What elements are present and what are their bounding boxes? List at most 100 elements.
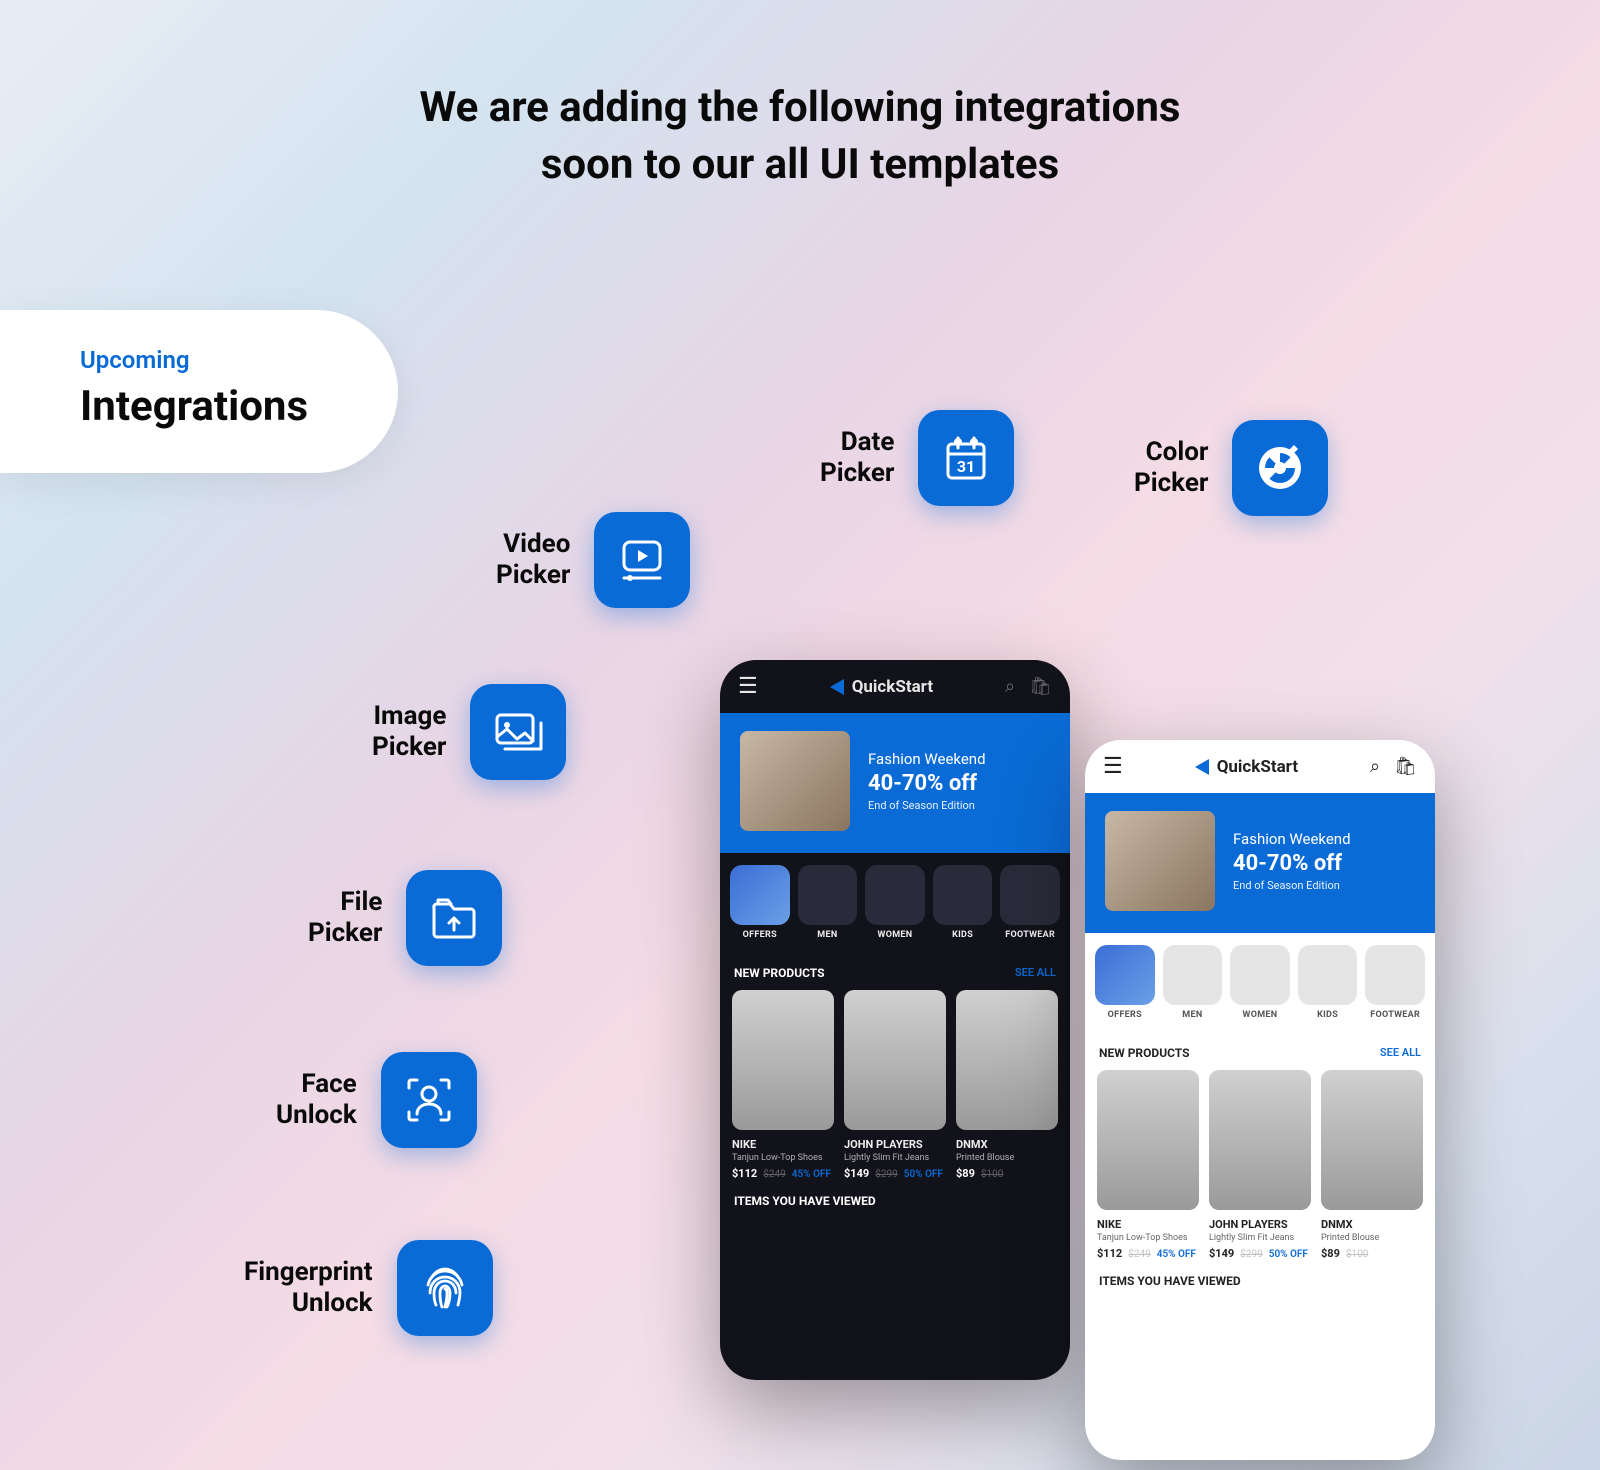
category-label: WOMEN bbox=[1230, 1010, 1290, 1020]
feature-label: Color Picker bbox=[1134, 437, 1208, 499]
product-image bbox=[844, 990, 946, 1130]
feature-file-picker: File Picker bbox=[308, 870, 502, 966]
category-item[interactable]: FOOTWEAR bbox=[1365, 945, 1425, 1020]
hero-line-2: 40-70% off bbox=[868, 771, 986, 796]
price: $149 bbox=[844, 1167, 869, 1180]
category-item[interactable]: KIDS bbox=[933, 865, 993, 940]
bag-icon[interactable]: 🛍 bbox=[1029, 676, 1052, 697]
hero-image bbox=[740, 731, 850, 831]
category-item[interactable]: MEN bbox=[798, 865, 858, 940]
search-icon[interactable]: ⌕ bbox=[1005, 676, 1015, 697]
fingerprint-unlock-icon bbox=[397, 1240, 493, 1336]
hero-line-1: Fashion Weekend bbox=[868, 750, 986, 768]
hero-text: Fashion Weekend 40-70% off End of Season… bbox=[868, 750, 986, 812]
product-card[interactable]: DNMXPrinted Blouse$89$100 bbox=[1321, 1070, 1423, 1260]
hero-image bbox=[1105, 811, 1215, 911]
image-picker-icon bbox=[470, 684, 566, 780]
category-image bbox=[1000, 865, 1060, 925]
brand-logo-icon bbox=[830, 679, 844, 695]
color-picker-icon bbox=[1232, 420, 1328, 516]
bag-icon[interactable]: 🛍 bbox=[1394, 756, 1417, 777]
product-card[interactable]: JOHN PLAYERSLightly Slim Fit Jeans$149$2… bbox=[844, 990, 946, 1180]
products-row: NIKETanjun Low-Top Shoes$112$24945% OFF … bbox=[720, 990, 1070, 1180]
section-header: ITEMS YOU HAVE VIEWED bbox=[720, 1180, 1070, 1218]
category-label: OFFERS bbox=[1095, 1010, 1155, 1020]
product-brand: NIKE bbox=[732, 1138, 834, 1151]
price: $149 bbox=[1209, 1247, 1234, 1260]
pill-title: Integrations bbox=[80, 382, 308, 431]
hero-banner[interactable]: Fashion Weekend 40-70% off End of Season… bbox=[1085, 793, 1435, 933]
phone-preview-dark: ☰ QuickStart ⌕🛍 Fashion Weekend 40-70% o… bbox=[720, 660, 1070, 1380]
product-pricing: $112 $249 45% OFF bbox=[732, 1167, 834, 1180]
discount: 45% OFF bbox=[792, 1169, 831, 1180]
old-price: $249 bbox=[763, 1169, 785, 1180]
brand-name: QuickStart bbox=[852, 677, 933, 697]
product-brand: DNMX bbox=[956, 1138, 1058, 1151]
feature-label: Date Picker bbox=[820, 427, 894, 489]
category-item[interactable]: OFFERS bbox=[1095, 945, 1155, 1020]
video-picker-icon bbox=[594, 512, 690, 608]
product-image bbox=[956, 990, 1058, 1130]
product-image bbox=[1321, 1070, 1423, 1210]
product-card[interactable]: NIKETanjun Low-Top Shoes$112$24945% OFF bbox=[732, 990, 834, 1180]
search-icon[interactable]: ⌕ bbox=[1370, 756, 1380, 777]
category-image bbox=[1095, 945, 1155, 1005]
section-title: ITEMS YOU HAVE VIEWED bbox=[1099, 1274, 1241, 1288]
product-image bbox=[732, 990, 834, 1130]
headline-line-1: We are adding the following integrations bbox=[0, 80, 1600, 137]
category-label: OFFERS bbox=[730, 930, 790, 940]
file-picker-icon bbox=[406, 870, 502, 966]
feature-color-picker: Color Picker bbox=[1134, 420, 1328, 516]
brand-logo-icon bbox=[1195, 759, 1209, 775]
page-headline: We are adding the following integrations… bbox=[0, 0, 1600, 193]
product-brand: JOHN PLAYERS bbox=[1209, 1218, 1311, 1231]
product-pricing: $112$24945% OFF bbox=[1097, 1247, 1199, 1260]
section-title: NEW PRODUCTS bbox=[734, 966, 825, 980]
svg-text:31: 31 bbox=[957, 457, 975, 476]
discount: 45% OFF bbox=[1157, 1249, 1196, 1260]
category-image bbox=[933, 865, 993, 925]
category-item[interactable]: FOOTWEAR bbox=[1000, 865, 1060, 940]
category-label: KIDS bbox=[933, 930, 993, 940]
feature-label: Face Unlock bbox=[276, 1069, 357, 1131]
see-all-link[interactable]: SEE ALL bbox=[1380, 1046, 1421, 1059]
category-image bbox=[1365, 945, 1425, 1005]
product-pricing: $149$29950% OFF bbox=[844, 1167, 946, 1180]
category-item[interactable]: OFFERS bbox=[730, 865, 790, 940]
hero-banner[interactable]: Fashion Weekend 40-70% off End of Season… bbox=[720, 713, 1070, 853]
product-brand: DNMX bbox=[1321, 1218, 1423, 1231]
brand: QuickStart bbox=[830, 677, 933, 697]
hero-line-3: End of Season Edition bbox=[1233, 879, 1351, 892]
section-title: ITEMS YOU HAVE VIEWED bbox=[734, 1194, 876, 1208]
hero-text: Fashion Weekend 40-70% off End of Season… bbox=[1233, 830, 1351, 892]
integrations-pill: Upcoming Integrations bbox=[0, 310, 398, 473]
product-image bbox=[1097, 1070, 1199, 1210]
category-item[interactable]: KIDS bbox=[1298, 945, 1358, 1020]
price: $89 bbox=[956, 1167, 975, 1180]
price: $112 bbox=[1097, 1247, 1122, 1260]
top-actions: ⌕🛍 bbox=[1005, 676, 1052, 697]
price: $112 bbox=[732, 1167, 757, 1180]
hero-line-1: Fashion Weekend bbox=[1233, 830, 1351, 848]
product-card[interactable]: NIKETanjun Low-Top Shoes$112$24945% OFF bbox=[1097, 1070, 1199, 1260]
feature-label: Fingerprint Unlock bbox=[244, 1257, 373, 1319]
product-pricing: $89$100 bbox=[956, 1167, 1058, 1180]
date-picker-icon: 31 bbox=[918, 410, 1014, 506]
product-card[interactable]: DNMXPrinted Blouse$89$100 bbox=[956, 990, 1058, 1180]
category-item[interactable]: WOMEN bbox=[1230, 945, 1290, 1020]
see-all-link[interactable]: SEE ALL bbox=[1015, 966, 1056, 979]
product-card[interactable]: JOHN PLAYERSLightly Slim Fit Jeans$149$2… bbox=[1209, 1070, 1311, 1260]
phone-top-bar: ☰ QuickStart ⌕ 🛍 bbox=[1085, 740, 1435, 793]
product-brand: JOHN PLAYERS bbox=[844, 1138, 946, 1151]
feature-image-picker: Image Picker bbox=[372, 684, 566, 780]
category-item[interactable]: WOMEN bbox=[865, 865, 925, 940]
category-label: MEN bbox=[798, 930, 858, 940]
feature-label: Image Picker bbox=[372, 701, 446, 763]
discount: 50% OFF bbox=[1269, 1249, 1308, 1260]
brand: QuickStart bbox=[1195, 757, 1298, 777]
menu-icon[interactable]: ☰ bbox=[1103, 754, 1123, 779]
category-item[interactable]: MEN bbox=[1163, 945, 1223, 1020]
old-price: $299 bbox=[1240, 1249, 1262, 1260]
face-unlock-icon bbox=[381, 1052, 477, 1148]
menu-icon[interactable]: ☰ bbox=[738, 674, 758, 699]
